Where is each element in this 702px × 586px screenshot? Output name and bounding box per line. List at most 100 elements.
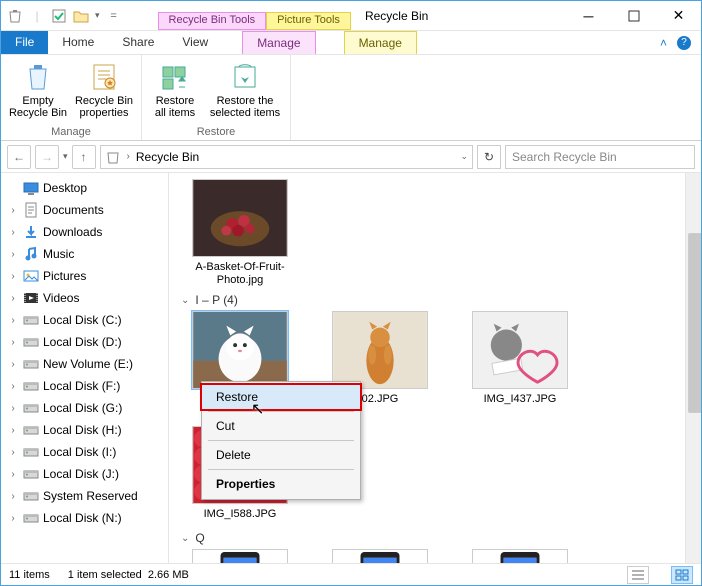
context-delete[interactable]: Delete — [202, 443, 360, 467]
tab-share[interactable]: Share — [108, 31, 168, 54]
ribbon-group-manage: Manage — [51, 124, 91, 138]
nav-item-label: Local Disk (N:) — [43, 511, 122, 525]
expand-icon[interactable]: › — [7, 271, 19, 282]
nav-item[interactable]: Desktop — [1, 177, 168, 199]
expand-icon[interactable]: › — [7, 425, 19, 436]
nav-item[interactable]: ›Local Disk (D:) — [1, 331, 168, 353]
music-icon — [23, 246, 39, 262]
nav-item[interactable]: ›Local Disk (F:) — [1, 375, 168, 397]
nav-item-label: Downloads — [43, 225, 102, 239]
expand-icon[interactable]: › — [7, 381, 19, 392]
cursor-icon: ↖ — [251, 399, 264, 419]
desktop-icon — [23, 180, 39, 196]
file-name-label: IMG_I588.JPG — [204, 508, 277, 521]
address-recycle-icon — [105, 149, 121, 165]
expand-icon[interactable]: › — [7, 293, 19, 304]
address-dropdown-icon[interactable]: ⌄ — [460, 151, 468, 162]
address-bar[interactable]: › Recycle Bin ⌄ — [100, 145, 473, 169]
context-properties[interactable]: Properties — [202, 472, 360, 496]
expand-icon[interactable]: › — [7, 469, 19, 480]
group-header-ip[interactable]: ⌄ I – P (4) — [181, 293, 701, 307]
expand-icon[interactable]: › — [7, 403, 19, 414]
tab-view[interactable]: View — [168, 31, 222, 54]
nav-item-label: Local Disk (C:) — [43, 313, 122, 327]
tab-file[interactable]: File — [1, 31, 48, 54]
nav-item-label: Music — [43, 247, 74, 261]
file-item[interactable]: Screenshot_2019-06-13-22-56-05.png — [325, 549, 435, 563]
nav-item[interactable]: ›System Reserved — [1, 485, 168, 507]
drive-icon — [23, 334, 39, 350]
nav-item[interactable]: › Downloads — [1, 221, 168, 243]
expand-icon[interactable]: › — [7, 337, 19, 348]
drive-icon — [23, 488, 39, 504]
nav-item-label: Videos — [43, 291, 79, 305]
scrollbar-thumb[interactable] — [688, 233, 701, 413]
file-name-label: A-Basket-Of-Fruit-Photo.jpg — [185, 261, 295, 287]
file-item[interactable]: IMG_I437.JPG — [465, 311, 575, 406]
breadcrumb-chevron[interactable]: › — [127, 151, 130, 162]
nav-item-label: Local Disk (H:) — [43, 423, 122, 437]
ribbon-recycle-bin-properties[interactable]: Recycle Bin properties — [73, 59, 135, 124]
file-item[interactable]: Screenshot_2019-06-13-22-44-51.png — [185, 549, 295, 563]
context-cut[interactable]: Cut — [202, 414, 360, 438]
nav-up-button[interactable]: ↑ — [72, 145, 96, 169]
drive-icon — [23, 356, 39, 372]
nav-item[interactable]: › Local Disk (C:) — [1, 309, 168, 331]
contextual-tab-picture[interactable]: Picture Tools — [266, 12, 351, 30]
tab-home[interactable]: Home — [48, 31, 108, 54]
help-icon[interactable]: ? — [677, 36, 691, 50]
chevron-down-icon: ⌄ — [181, 533, 189, 544]
navigation-pane[interactable]: Desktop›Documents›Downloads›Music›Pictur… — [1, 173, 169, 563]
nav-item[interactable]: ›Documents — [1, 199, 168, 221]
tab-manage-recycle[interactable]: Manage — [242, 31, 315, 54]
qat-equals-icon[interactable]: = — [106, 8, 122, 24]
minimize-button[interactable]: ─ — [566, 1, 611, 30]
nav-item[interactable]: › Music — [1, 243, 168, 265]
nav-item[interactable]: ›Local Disk (I:) — [1, 441, 168, 463]
nav-forward-button[interactable]: → — [35, 145, 59, 169]
nav-item[interactable]: ›Local Disk (J:) — [1, 463, 168, 485]
expand-icon[interactable]: › — [7, 315, 19, 326]
nav-item[interactable]: ›New Volume (E:) — [1, 353, 168, 375]
ribbon-empty-recycle-bin[interactable]: Empty Recycle Bin — [7, 59, 69, 124]
close-button[interactable]: ✕ — [656, 1, 701, 30]
nav-item-label: Pictures — [43, 269, 86, 283]
group-header-q[interactable]: ⌄ Q — [181, 531, 701, 545]
nav-item[interactable]: › Local Disk (N:) — [1, 507, 168, 529]
qat-checkbox-icon[interactable] — [51, 8, 67, 24]
ribbon-restore-selected[interactable]: Restore the selected items — [206, 59, 284, 124]
file-item[interactable]: A-Basket-Of-Fruit-Photo.jpg — [185, 179, 295, 287]
nav-item[interactable]: › Local Disk (H:) — [1, 419, 168, 441]
expand-icon[interactable]: › — [7, 447, 19, 458]
file-thumbnail — [472, 311, 568, 389]
expand-icon[interactable]: › — [7, 249, 19, 260]
expand-icon[interactable]: › — [7, 227, 19, 238]
tab-manage-picture[interactable]: Manage — [344, 31, 417, 54]
collapse-ribbon-icon[interactable]: ˄ — [660, 36, 667, 50]
nav-back-button[interactable]: ← — [7, 145, 31, 169]
view-thumbnails-button[interactable] — [671, 566, 693, 584]
contextual-tab-recycle[interactable]: Recycle Bin Tools — [158, 12, 267, 30]
breadcrumb-location[interactable]: Recycle Bin — [136, 150, 199, 164]
vertical-scrollbar[interactable] — [685, 173, 701, 563]
nav-item[interactable]: › Pictures — [1, 265, 168, 287]
search-input[interactable]: Search Recycle Bin — [505, 145, 695, 169]
content-pane[interactable]: A-Basket-Of-Fruit-Photo.jpg ⌄ I – P (4) … — [169, 173, 701, 563]
file-item[interactable]: Screenshot_2019-06-13-22-56-15.png — [465, 549, 575, 563]
qat-folder-icon[interactable] — [73, 8, 89, 24]
nav-item[interactable]: ›Local Disk (G:) — [1, 397, 168, 419]
context-restore[interactable]: Restore — [200, 383, 362, 411]
refresh-button[interactable]: ↻ — [477, 145, 501, 169]
nav-item[interactable]: › Videos — [1, 287, 168, 309]
ribbon-restore-all[interactable]: Restore all items — [148, 59, 202, 124]
qat-dropdown-icon[interactable]: ▾ — [95, 10, 100, 21]
expand-icon[interactable]: › — [7, 491, 19, 502]
expand-icon[interactable]: › — [7, 205, 19, 216]
group-header-label: I – P (4) — [195, 293, 237, 307]
expand-icon[interactable]: › — [7, 359, 19, 370]
expand-icon[interactable]: › — [7, 513, 19, 524]
empty-bin-icon — [22, 61, 54, 93]
maximize-button[interactable] — [611, 1, 656, 30]
view-details-button[interactable] — [627, 566, 649, 584]
nav-recent-dropdown[interactable]: ▾ — [63, 151, 68, 162]
